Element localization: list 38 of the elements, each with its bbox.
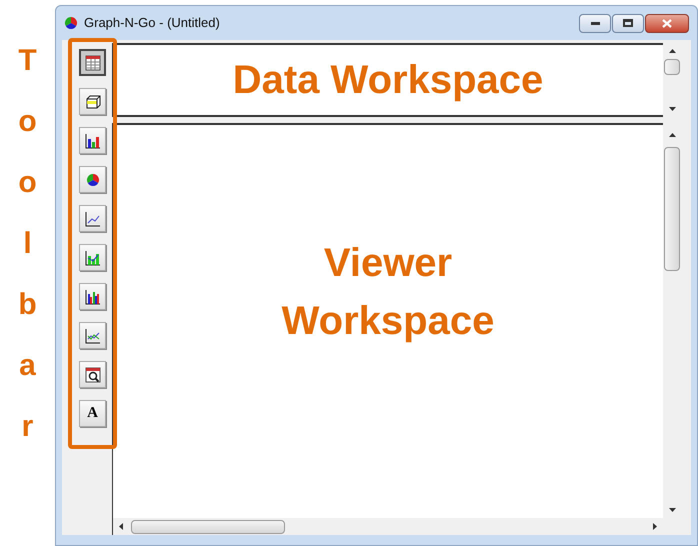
maximize-icon <box>623 19 633 27</box>
box-icon <box>84 92 102 110</box>
data-workspace-label: Data Workspace <box>232 57 544 104</box>
close-button[interactable] <box>645 14 689 32</box>
grouped-bar-chart-icon <box>84 288 102 306</box>
scrollbar-thumb[interactable] <box>131 520 285 534</box>
window-title: Graph-N-Go - (Untitled) <box>84 14 220 32</box>
toolbar-button[interactable] <box>79 283 106 310</box>
toolbar-button[interactable]: A <box>79 400 106 427</box>
scroll-left-arrow-icon[interactable] <box>119 523 123 530</box>
scroll-up-arrow-icon[interactable] <box>668 133 676 137</box>
minimize-button[interactable] <box>579 14 611 32</box>
table-icon <box>84 54 102 72</box>
bar-chart-icon <box>84 132 102 150</box>
scroll-up-arrow-icon[interactable] <box>668 49 676 53</box>
scrollbar-thumb[interactable] <box>664 147 680 271</box>
minimize-icon <box>590 22 600 24</box>
table-magnifier-icon <box>84 366 102 384</box>
toolbar-button[interactable] <box>79 322 106 349</box>
app-logo-icon <box>64 16 78 30</box>
close-icon <box>662 18 672 28</box>
scroll-right-arrow-icon[interactable] <box>653 523 657 530</box>
toolbar-button[interactable] <box>79 88 106 115</box>
toolbar-button[interactable] <box>79 205 106 232</box>
area-bar-chart-icon <box>84 248 102 266</box>
toolbar-button[interactable] <box>79 244 106 271</box>
toolbar-button[interactable] <box>79 127 106 154</box>
line-chart-icon <box>84 210 102 228</box>
viewer-workspace-label: Viewer Workspace <box>280 240 496 344</box>
scroll-down-arrow-icon[interactable] <box>668 107 676 111</box>
toolbar-button[interactable] <box>79 361 106 388</box>
toolbar-annotation: Toolbar <box>18 43 37 445</box>
toolbar-button[interactable] <box>79 49 106 76</box>
scrollbar-thumb[interactable] <box>664 59 680 75</box>
multi-line-chart-icon <box>84 326 102 344</box>
maximize-button[interactable] <box>612 14 644 32</box>
scroll-down-arrow-icon[interactable] <box>668 508 676 512</box>
toolbar-button[interactable] <box>79 166 106 193</box>
